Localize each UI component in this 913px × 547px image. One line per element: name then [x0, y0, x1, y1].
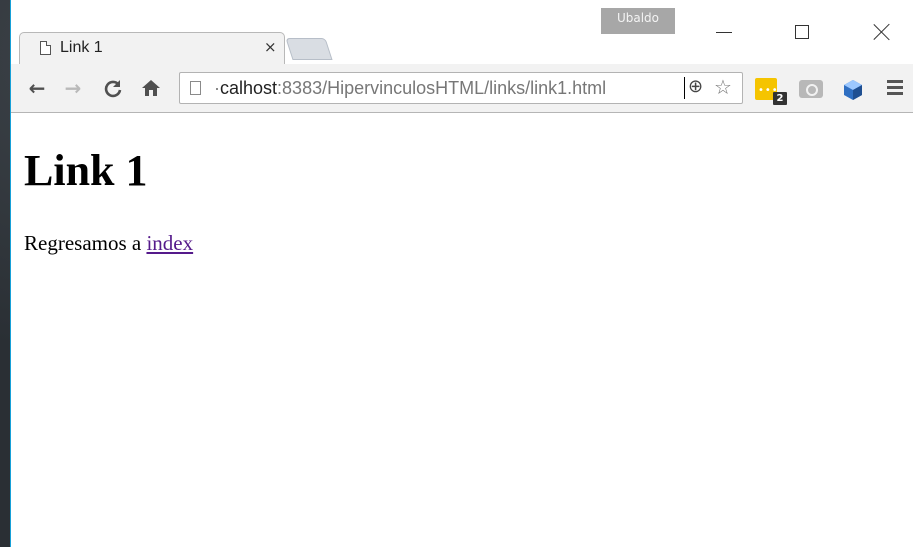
tab-link-1[interactable]: Link 1 × — [19, 32, 285, 64]
page-info-icon[interactable] — [190, 81, 201, 95]
tab-close-button[interactable]: × — [264, 38, 277, 56]
address-text[interactable]: ·calhost:8383/HipervinculosHTML/links/li… — [214, 78, 606, 99]
forward-button[interactable]: → — [61, 76, 85, 100]
minimize-button[interactable] — [701, 12, 747, 52]
address-bar[interactable]: ·calhost:8383/HipervinculosHTML/links/li… — [179, 72, 743, 104]
title-bar: Ubaldo Link 1 × — [11, 0, 913, 64]
camera-extension-icon[interactable] — [799, 80, 823, 98]
address-path: :8383/HipervinculosHTML/links/link1.html — [277, 78, 607, 98]
maximize-button[interactable] — [779, 12, 825, 52]
page-icon — [40, 41, 51, 55]
new-tab-button[interactable] — [285, 38, 333, 60]
page-heading: Link 1 — [24, 146, 148, 195]
browser-toolbar: ← → ·calhost:8383/HipervinculosHTML/link… — [11, 64, 913, 113]
profile-badge[interactable]: Ubaldo — [601, 8, 675, 34]
close-window-button[interactable] — [859, 12, 905, 52]
home-button[interactable] — [139, 76, 163, 100]
page-paragraph: Regresamos a index — [24, 231, 193, 256]
browser-window: Ubaldo Link 1 × ← → ·calhost:8383/Hiperv… — [10, 0, 913, 547]
forward-arrow-icon: → — [64, 76, 82, 100]
home-icon — [142, 80, 160, 96]
reload-icon — [104, 80, 122, 98]
tab-title: Link 1 — [60, 39, 103, 56]
bookmark-star-icon[interactable]: ☆ — [714, 75, 732, 99]
zoom-icon[interactable]: ⊕ — [688, 76, 703, 97]
cube-icon — [844, 80, 862, 100]
address-host: calhost — [220, 78, 278, 98]
index-link[interactable]: index — [146, 231, 193, 255]
paragraph-text: Regresamos a — [24, 231, 147, 255]
close-icon — [873, 23, 891, 41]
page-viewport: Link 1 Regresamos a index — [11, 113, 913, 547]
reload-button[interactable] — [101, 76, 125, 100]
extension-badge: 2 — [773, 92, 787, 105]
minimize-icon — [716, 31, 732, 33]
cube-extension-icon[interactable] — [841, 78, 865, 102]
text-caret — [684, 77, 685, 99]
maximize-icon — [795, 25, 809, 39]
back-button[interactable]: ← — [25, 76, 49, 100]
browser-menu-button[interactable] — [887, 80, 903, 96]
back-arrow-icon: ← — [28, 76, 46, 100]
